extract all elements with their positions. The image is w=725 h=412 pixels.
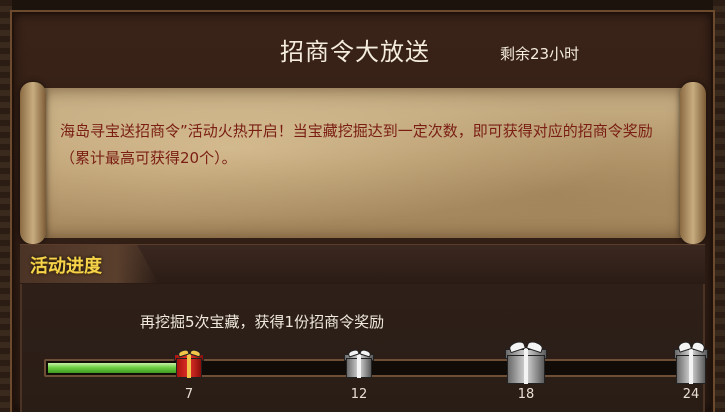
progress-section-header: 活动进度 [20, 244, 705, 284]
event-description: 海岛寻宝送招商令”活动火热开启！当宝藏挖掘达到一定次数，即可获得对应的招商令奖励… [60, 122, 653, 167]
milestone-value: 7 [184, 387, 194, 402]
title-bar: 招商令大放送 剩余23小时 [12, 14, 713, 76]
gray-gift-icon[interactable] [674, 340, 708, 384]
milestone-value: 24 [682, 387, 700, 402]
gray-gift-icon[interactable] [344, 348, 374, 378]
red-gift-icon[interactable] [174, 348, 204, 378]
notice-scroll: 海岛寻宝送招商令”活动火热开启！当宝藏挖掘达到一定次数，即可获得对应的招商令奖励… [20, 82, 706, 244]
progress-hint: 再挖掘5次宝藏，获得1份招商令奖励 [140, 313, 385, 331]
gray-gift-icon[interactable] [504, 339, 548, 384]
time-remaining: 剩余23小时 [500, 45, 580, 63]
progress-bar [44, 359, 702, 377]
section-tab: 活动进度 [20, 245, 158, 283]
progress-panel: 再挖掘5次宝藏，获得1份招商令奖励 7 12 18 24 [20, 284, 708, 412]
milestone-value: 18 [517, 387, 535, 402]
event-title: 招商令大放送 [280, 38, 430, 66]
progress-bar-fill [48, 363, 183, 373]
section-label: 活动进度 [30, 256, 102, 277]
milestone-value: 12 [350, 387, 368, 402]
